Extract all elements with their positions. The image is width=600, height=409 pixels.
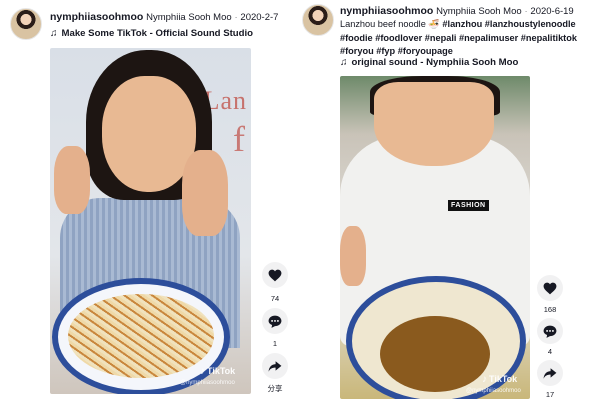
like-count: 74 bbox=[270, 294, 280, 303]
comment-count: 4 bbox=[547, 347, 553, 356]
share-button[interactable] bbox=[537, 360, 563, 386]
separator: · bbox=[524, 6, 528, 17]
hashtag-link[interactable]: #lanzhou bbox=[442, 19, 482, 29]
music-title: Make Some TikTok - Official Sound Studio bbox=[61, 28, 254, 39]
post-date: 2020-2-7 bbox=[240, 12, 279, 23]
hashtag-link[interactable]: #lanzhoustylenoodle bbox=[485, 19, 576, 29]
avatar[interactable] bbox=[302, 4, 334, 36]
display-name: Nymphiia Sooh Moo bbox=[146, 12, 232, 23]
music-note-icon: ♫ bbox=[340, 57, 348, 68]
tiktok-logo-icon: ♪ bbox=[200, 366, 205, 377]
like-button[interactable] bbox=[537, 275, 563, 301]
post-caption: Lanzhou beef noodle 🍜 #lanzhou #lanzhous… bbox=[340, 18, 598, 59]
hashtag-link[interactable]: #fyp bbox=[376, 46, 395, 56]
face bbox=[374, 82, 494, 166]
music-link[interactable]: ♫ original sound - Nymphiia Sooh Moo bbox=[340, 57, 518, 68]
comment-button[interactable] bbox=[537, 318, 563, 344]
tiktok-logo-icon: ♪ bbox=[482, 374, 487, 385]
hashtag-link[interactable]: #foryoupage bbox=[398, 46, 453, 56]
watermark-brand: TikTok bbox=[207, 366, 236, 376]
comment-icon bbox=[543, 325, 557, 338]
thumbs-up-right-hand bbox=[182, 150, 228, 236]
watermark-username: @nymphiiasoohmoo bbox=[180, 380, 235, 386]
chopsticks-hand bbox=[340, 226, 366, 286]
like-button[interactable] bbox=[262, 262, 288, 288]
comment-icon bbox=[268, 315, 282, 328]
noodles bbox=[68, 294, 214, 378]
share-icon bbox=[543, 367, 557, 379]
hashtag-link[interactable]: #nepalitiktok bbox=[521, 33, 577, 43]
thumbs-up-left-hand bbox=[54, 146, 90, 214]
heart-icon bbox=[268, 269, 282, 281]
display-name: Nymphiia Sooh Moo bbox=[436, 6, 522, 17]
comment-button[interactable] bbox=[262, 308, 288, 334]
separator: · bbox=[234, 12, 238, 23]
share-icon bbox=[268, 360, 282, 372]
post-header: nymphiiasoohmoo Nymphiia Sooh Moo · 2020… bbox=[340, 5, 574, 18]
video-player[interactable]: FASHION ♪ TikTok @nymphiiasoohmoo bbox=[340, 76, 530, 399]
hoodie-logo: FASHION bbox=[448, 200, 489, 211]
hashtag-link[interactable]: #foodie bbox=[340, 33, 373, 43]
hashtag-link[interactable]: #nepali bbox=[425, 33, 457, 43]
share-button[interactable] bbox=[262, 353, 288, 379]
music-title: original sound - Nymphiia Sooh Moo bbox=[351, 57, 519, 68]
hashtag-link[interactable]: #foryou bbox=[340, 46, 374, 56]
video-player[interactable]: Lan f ♪ TikTok @nymphiiasoohmoo bbox=[50, 48, 251, 394]
username[interactable]: nymphiiasoohmoo bbox=[340, 5, 433, 17]
music-link[interactable]: ♫ Make Some TikTok - Official Sound Studi… bbox=[50, 28, 253, 39]
post-date: 2020-6-19 bbox=[530, 6, 574, 17]
music-note-icon: ♫ bbox=[50, 28, 58, 39]
noodle-emoji-icon: 🍜 bbox=[428, 19, 440, 29]
watermark-username: @nymphiiasoohmoo bbox=[466, 388, 521, 394]
tiktok-watermark: ♪ TikTok bbox=[200, 366, 235, 377]
beef-broth bbox=[380, 316, 490, 392]
username[interactable]: nymphiiasoohmoo bbox=[50, 11, 143, 23]
share-count: 分享 bbox=[267, 384, 283, 393]
share-count: 17 bbox=[545, 390, 555, 399]
like-count: 168 bbox=[543, 305, 557, 314]
wall-sign-text-2: f bbox=[233, 119, 245, 159]
hashtag-link[interactable]: #foodlover bbox=[375, 33, 422, 43]
tiktok-post-1: nymphiiasoohmoo Nymphiia Sooh Moo · 2020… bbox=[0, 0, 300, 409]
watermark-brand: TikTok bbox=[489, 374, 518, 384]
post-header: nymphiiasoohmoo Nymphiia Sooh Moo · 2020… bbox=[50, 11, 278, 24]
heart-icon bbox=[543, 282, 557, 294]
tiktok-watermark: ♪ TikTok bbox=[482, 374, 517, 385]
avatar[interactable] bbox=[10, 8, 42, 40]
comment-count: 1 bbox=[272, 339, 278, 348]
caption-text: Lanzhou beef noodle bbox=[340, 19, 426, 29]
tiktok-post-2: nymphiiasoohmoo Nymphiia Sooh Moo · 2020… bbox=[300, 0, 600, 409]
hashtag-link[interactable]: #nepalimuser bbox=[459, 33, 518, 43]
